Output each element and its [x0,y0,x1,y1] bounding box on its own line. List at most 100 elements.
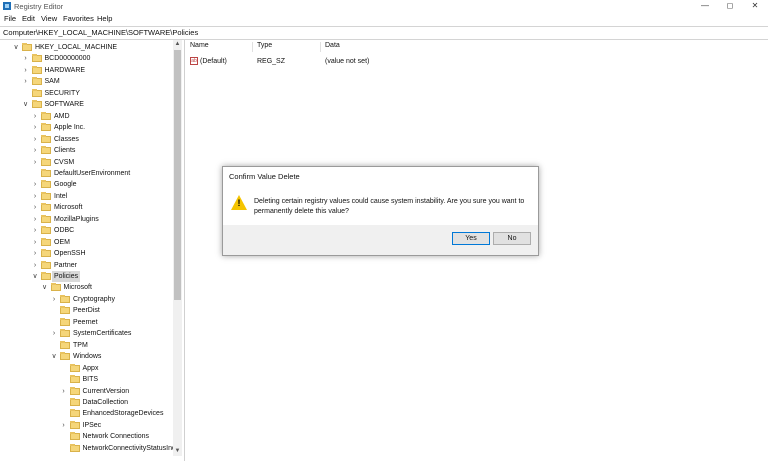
scrollbar-thumb[interactable] [174,50,181,300]
tree-node-label[interactable]: EnhancedStorageDevices [83,408,164,419]
tree-node[interactable]: › Cryptography [0,294,172,305]
tree-node-label[interactable]: AMD [54,111,70,122]
pane-splitter[interactable] [184,40,185,461]
tree-node[interactable]: › CVSM [0,157,172,168]
tree-node[interactable]: › ODBC [0,225,172,236]
yes-button[interactable]: Yes [452,232,490,245]
tree-node-label[interactable]: SECURITY [45,88,80,99]
menu-edit[interactable]: Edit [22,14,35,23]
tree-node[interactable]: › HARDWARE [0,65,172,76]
column-header-name[interactable]: Name [190,42,209,49]
address-bar[interactable]: Computer\HKEY_LOCAL_MACHINE\SOFTWARE\Pol… [0,26,768,40]
tree-node[interactable]: › OpenSSH [0,248,172,259]
tree-node[interactable]: ∨ SOFTWARE [0,99,172,110]
tree-node[interactable]: ∨ Policies [0,271,172,282]
chevron-right-icon[interactable]: › [31,157,39,168]
scroll-up-icon[interactable]: ▲ [173,40,182,49]
maximize-button[interactable]: ◻ [717,0,743,13]
tree-node-label[interactable]: IPSec [83,420,102,431]
tree-scrollbar[interactable]: ▲ ▼ [173,40,182,456]
tree-node-label[interactable]: Cryptography [73,294,115,305]
chevron-right-icon[interactable]: › [31,214,39,225]
column-separator[interactable] [320,42,321,52]
tree-node[interactable]: Appx [0,363,172,374]
chevron-right-icon[interactable]: › [22,65,30,76]
chevron-down-icon[interactable]: ∨ [41,282,49,293]
chevron-right-icon[interactable]: › [31,179,39,190]
tree-node[interactable]: › Classes [0,134,172,145]
tree-node-label[interactable]: Microsoft [64,282,92,293]
chevron-right-icon[interactable]: › [31,191,39,202]
tree-node-label[interactable]: Network Connections [83,431,150,442]
tree-node-label[interactable]: OpenSSH [54,248,86,259]
minimize-button[interactable]: — [692,0,718,13]
column-header-type[interactable]: Type [257,42,272,49]
chevron-right-icon[interactable]: › [31,111,39,122]
tree-node[interactable]: Peernet [0,317,172,328]
tree-node[interactable]: ∨ Microsoft [0,282,172,293]
tree-node-label[interactable]: SAM [45,76,60,87]
chevron-right-icon[interactable]: › [50,294,58,305]
tree-node-label[interactable]: Appx [83,363,99,374]
chevron-right-icon[interactable]: › [31,122,39,133]
tree-node-label[interactable]: Windows [73,351,101,362]
tree-node[interactable]: TPM [0,340,172,351]
tree-node[interactable]: EnhancedStorageDevices [0,408,172,419]
tree-node[interactable]: ∨ Windows [0,351,172,362]
tree-node[interactable]: SECURITY [0,88,172,99]
tree-node-label[interactable]: BITS [83,374,99,385]
chevron-right-icon[interactable]: › [31,237,39,248]
tree-node-label[interactable]: HKEY_LOCAL_MACHINE [35,42,117,53]
chevron-right-icon[interactable]: › [31,225,39,236]
chevron-right-icon[interactable]: › [22,53,30,64]
tree-node-label[interactable]: SOFTWARE [45,99,84,110]
tree-node[interactable]: › MozillaPlugins [0,214,172,225]
tree-node-label[interactable]: DataCollection [83,397,129,408]
close-button[interactable]: ✕ [742,0,768,13]
chevron-right-icon[interactable]: › [31,248,39,259]
tree-node[interactable]: › SAM [0,76,172,87]
chevron-right-icon[interactable]: › [22,76,30,87]
tree-node[interactable]: BITS [0,374,172,385]
tree-node-label[interactable]: Microsoft [54,202,82,213]
tree-node-label[interactable]: OEM [54,237,70,248]
tree-node-label[interactable]: DefaultUserEnvironment [54,168,130,179]
tree-node[interactable]: › Partner [0,260,172,271]
menu-help[interactable]: Help [97,14,112,23]
column-header-data[interactable]: Data [325,42,340,49]
address-path[interactable]: Computer\HKEY_LOCAL_MACHINE\SOFTWARE\Pol… [3,28,198,37]
tree-node-label[interactable]: Google [54,179,77,190]
tree-node-label[interactable]: PeerDist [73,305,100,316]
tree-node-label[interactable]: Intel [54,191,67,202]
tree-node-label[interactable]: Policies [52,271,81,282]
no-button[interactable]: No [493,232,531,245]
tree-node[interactable]: Network Connections [0,431,172,442]
column-separator[interactable] [252,42,253,52]
tree-node-label[interactable]: SystemCertificates [73,328,131,339]
tree-node[interactable]: DefaultUserEnvironment [0,168,172,179]
tree-node-label[interactable]: Peernet [73,317,98,328]
tree-node[interactable]: NetworkConnectivityStatusIndic [0,443,181,454]
tree-node[interactable]: › Microsoft [0,202,172,213]
tree-node-label[interactable]: Apple Inc. [54,122,85,133]
tree-node[interactable]: › BCD00000000 [0,53,172,64]
tree-node[interactable]: › OEM [0,237,172,248]
tree-node[interactable]: PeerDist [0,305,172,316]
chevron-right-icon[interactable]: › [31,134,39,145]
chevron-right-icon[interactable]: › [50,328,58,339]
registry-tree[interactable]: ∨ HKEY_LOCAL_MACHINE › BCD00000000 › HARDWARE… [0,40,182,456]
chevron-down-icon[interactable]: ∨ [12,42,20,53]
chevron-right-icon[interactable]: › [60,386,68,397]
scroll-down-icon[interactable]: ▼ [173,447,182,456]
tree-node-label[interactable]: Classes [54,134,79,145]
tree-node-label[interactable]: TPM [73,340,88,351]
menu-favorites[interactable]: Favorites [63,14,94,23]
chevron-right-icon[interactable]: › [31,260,39,271]
tree-node-label[interactable]: CVSM [54,157,74,168]
tree-node[interactable]: › SystemCertificates [0,328,172,339]
tree-node-label[interactable]: MozillaPlugins [54,214,99,225]
tree-node-label[interactable]: Clients [54,145,75,156]
chevron-down-icon[interactable]: ∨ [50,351,58,362]
chevron-down-icon[interactable]: ∨ [22,99,30,110]
tree-node[interactable]: › AMD [0,111,172,122]
